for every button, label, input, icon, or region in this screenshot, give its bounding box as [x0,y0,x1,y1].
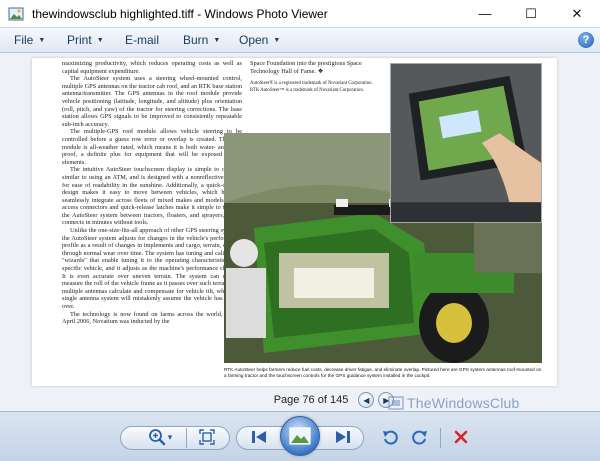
fit-window-icon [199,429,215,445]
previous-image-button[interactable] [246,424,272,450]
rotate-right-icon [412,430,427,445]
slideshow-icon [289,427,311,445]
paragraph: The multiple-GPS roof module allows vehi… [62,128,242,166]
watermark-logo-icon [388,396,404,410]
toolbar-divider [186,428,187,448]
bottom-toolbar: ▾ [0,411,600,461]
close-icon: ✕ [571,5,583,21]
menu-file[interactable]: File ▼ [8,28,61,52]
watermark: TheWindowsClub [388,395,520,411]
menu-open[interactable]: Open ▼ [233,28,293,52]
maximize-icon: ☐ [525,5,537,21]
image-viewport[interactable]: maximizing productivity, which reduces o… [0,53,600,411]
toolbar-divider [440,428,441,448]
touchscreen-inset-photo [390,63,542,223]
menu-burn-label: Burn [183,33,209,47]
delete-x-icon [454,430,468,444]
magnifier-icon [148,429,165,446]
menu-open-label: Open [239,33,269,47]
menu-print-label: Print [67,33,92,47]
menu-file-label: File [14,33,34,47]
paragraph: The technology is now found on farms acr… [62,310,242,326]
maximize-button[interactable]: ☐ [508,0,554,27]
paragraph: maximizing productivity, which reduces o… [62,60,242,75]
paragraph: The AutoSteer system uses a steering whe… [62,75,242,128]
skip-next-icon [336,431,350,443]
chevron-down-icon: ▼ [38,36,46,44]
chevron-down-icon: ▼ [213,36,221,44]
help-icon: ? [582,34,590,46]
help-button[interactable]: ? [578,32,594,48]
previous-page-button[interactable]: ◀ [358,392,375,408]
next-image-button[interactable] [330,424,356,450]
article-left-column: maximizing productivity, which reduces o… [62,60,242,382]
chevron-down-icon: ▾ [167,431,173,442]
close-button[interactable]: ✕ [554,0,600,27]
chevron-down-icon: ▼ [96,36,104,44]
title-bar: thewindowsclub highlighted.tiff - Window… [0,0,600,27]
rotate-clockwise-button[interactable] [408,424,432,450]
document-page-image: maximizing productivity, which reduces o… [32,58,557,386]
minimize-icon: — [478,6,492,21]
delete-button[interactable] [448,424,474,450]
menu-burn[interactable]: Burn ▼ [177,28,233,52]
arrow-left-icon: ◀ [363,395,370,405]
article-right-column: Space Foundation into the prestigious Sp… [250,60,380,94]
menu-email[interactable]: E-mail [119,28,177,52]
photo-viewer-app-icon [8,7,24,20]
trademark-note: AutoSteer® is a registered trademark of … [250,81,373,87]
skip-previous-icon [252,431,266,443]
rotate-counterclockwise-button[interactable] [378,424,402,450]
photo-caption: RTK AutoSteer helps farmers reduce fuel … [224,367,542,378]
zoom-button[interactable]: ▾ [142,424,178,450]
trademark-note: RTK AutoSteer™ is a trademark of Novaria… [250,88,364,94]
page-indicator: Page 76 of 145 [273,394,349,406]
paragraph: The intuitive AutoSteer touchscreen disp… [62,166,242,227]
menu-email-label: E-mail [125,33,160,47]
slideshow-button[interactable] [280,416,320,456]
paragraph: Unlike the one-size-fits-all approach of… [62,227,242,310]
actual-size-button[interactable] [192,424,222,450]
rotate-left-icon [383,430,398,445]
watermark-text: TheWindowsClub [407,395,520,411]
chevron-down-icon: ▼ [273,36,281,44]
menu-bar: File ▼ Print ▼ E-mail Burn ▼ Open ▼ ? [0,27,600,53]
paragraph: Space Foundation into the prestigious Sp… [250,60,362,75]
minimize-button[interactable]: — [462,0,508,27]
menu-print[interactable]: Print ▼ [61,28,119,52]
window-title: thewindowsclub highlighted.tiff - Window… [32,6,328,21]
